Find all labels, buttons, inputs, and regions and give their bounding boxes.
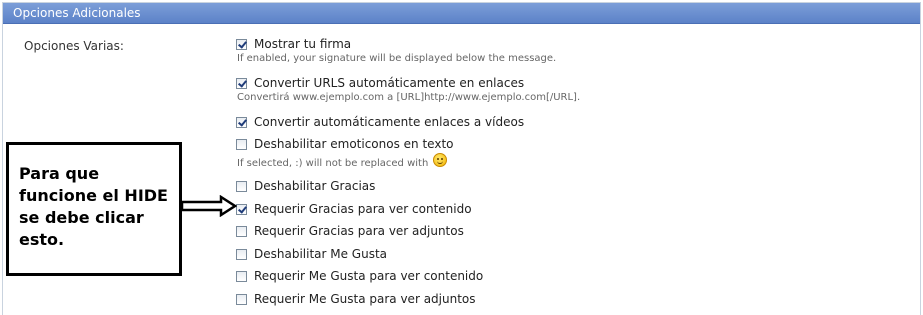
option-label: Deshabilitar emoticonos en texto [254, 137, 454, 151]
option-description: If selected, :) will not be replaced wit… [237, 153, 448, 170]
option-require-likes-attachments[interactable]: Requerir Me Gusta para ver adjuntos [236, 292, 476, 306]
option-description-text: If selected, :) will not be replaced wit… [237, 157, 429, 169]
option-disable-smilies[interactable]: Deshabilitar emoticonos en texto [236, 137, 454, 151]
checkbox-require-thanks-attachments[interactable] [236, 225, 247, 237]
option-disable-likes[interactable]: Deshabilitar Me Gusta [236, 247, 387, 261]
option-label: Requerir Gracias para ver contenido [254, 202, 472, 216]
option-label: Requerir Me Gusta para ver adjuntos [254, 292, 476, 306]
checkbox-disable-thanks[interactable] [236, 180, 247, 192]
right-arrow-icon [181, 195, 237, 217]
checkbox-convert-urls[interactable] [236, 77, 247, 89]
option-description: If enabled, your signature will be displ… [237, 53, 557, 64]
option-label: Convertir automáticamente enlaces a víde… [254, 115, 525, 129]
option-label: Convertir URLS automáticamente en enlace… [254, 76, 525, 90]
section-label: Opciones Varias: [24, 39, 124, 53]
option-label: Requerir Me Gusta para ver contenido [254, 269, 484, 283]
panel-header: Opciones Adicionales [3, 3, 920, 24]
checkbox-disable-likes[interactable] [236, 248, 247, 260]
option-show-signature[interactable]: Mostrar tu firma [236, 37, 351, 51]
checkbox-show-signature[interactable] [236, 38, 247, 50]
checkbox-require-likes-content[interactable] [236, 270, 247, 282]
checkbox-require-likes-attachments[interactable] [236, 293, 247, 305]
option-label: Deshabilitar Gracias [254, 179, 376, 193]
option-label: Requerir Gracias para ver adjuntos [254, 224, 464, 238]
checkbox-convert-video-links[interactable] [236, 116, 247, 128]
option-require-thanks-content[interactable]: Requerir Gracias para ver contenido [236, 202, 472, 216]
option-require-likes-content[interactable]: Requerir Me Gusta para ver contenido [236, 269, 483, 283]
checkbox-disable-smilies[interactable] [236, 138, 247, 150]
option-require-thanks-attachments[interactable]: Requerir Gracias para ver adjuntos [236, 224, 464, 238]
annotation-text: Para que funcione el HIDE se debe clicar… [19, 164, 168, 249]
option-convert-urls[interactable]: Convertir URLS automáticamente en enlace… [236, 76, 524, 90]
option-label: Mostrar tu firma [254, 37, 352, 51]
option-description: Convertirá www.ejemplo.com a [URL]http:/… [237, 92, 581, 103]
smiley-emoticon-icon [433, 153, 448, 167]
checkbox-require-thanks-content[interactable] [236, 203, 247, 215]
option-disable-thanks[interactable]: Deshabilitar Gracias [236, 179, 375, 193]
option-label: Deshabilitar Me Gusta [254, 247, 388, 261]
option-convert-video-links[interactable]: Convertir automáticamente enlaces a víde… [236, 115, 524, 129]
annotation-callout: Para que funcione el HIDE se debe clicar… [6, 142, 182, 276]
